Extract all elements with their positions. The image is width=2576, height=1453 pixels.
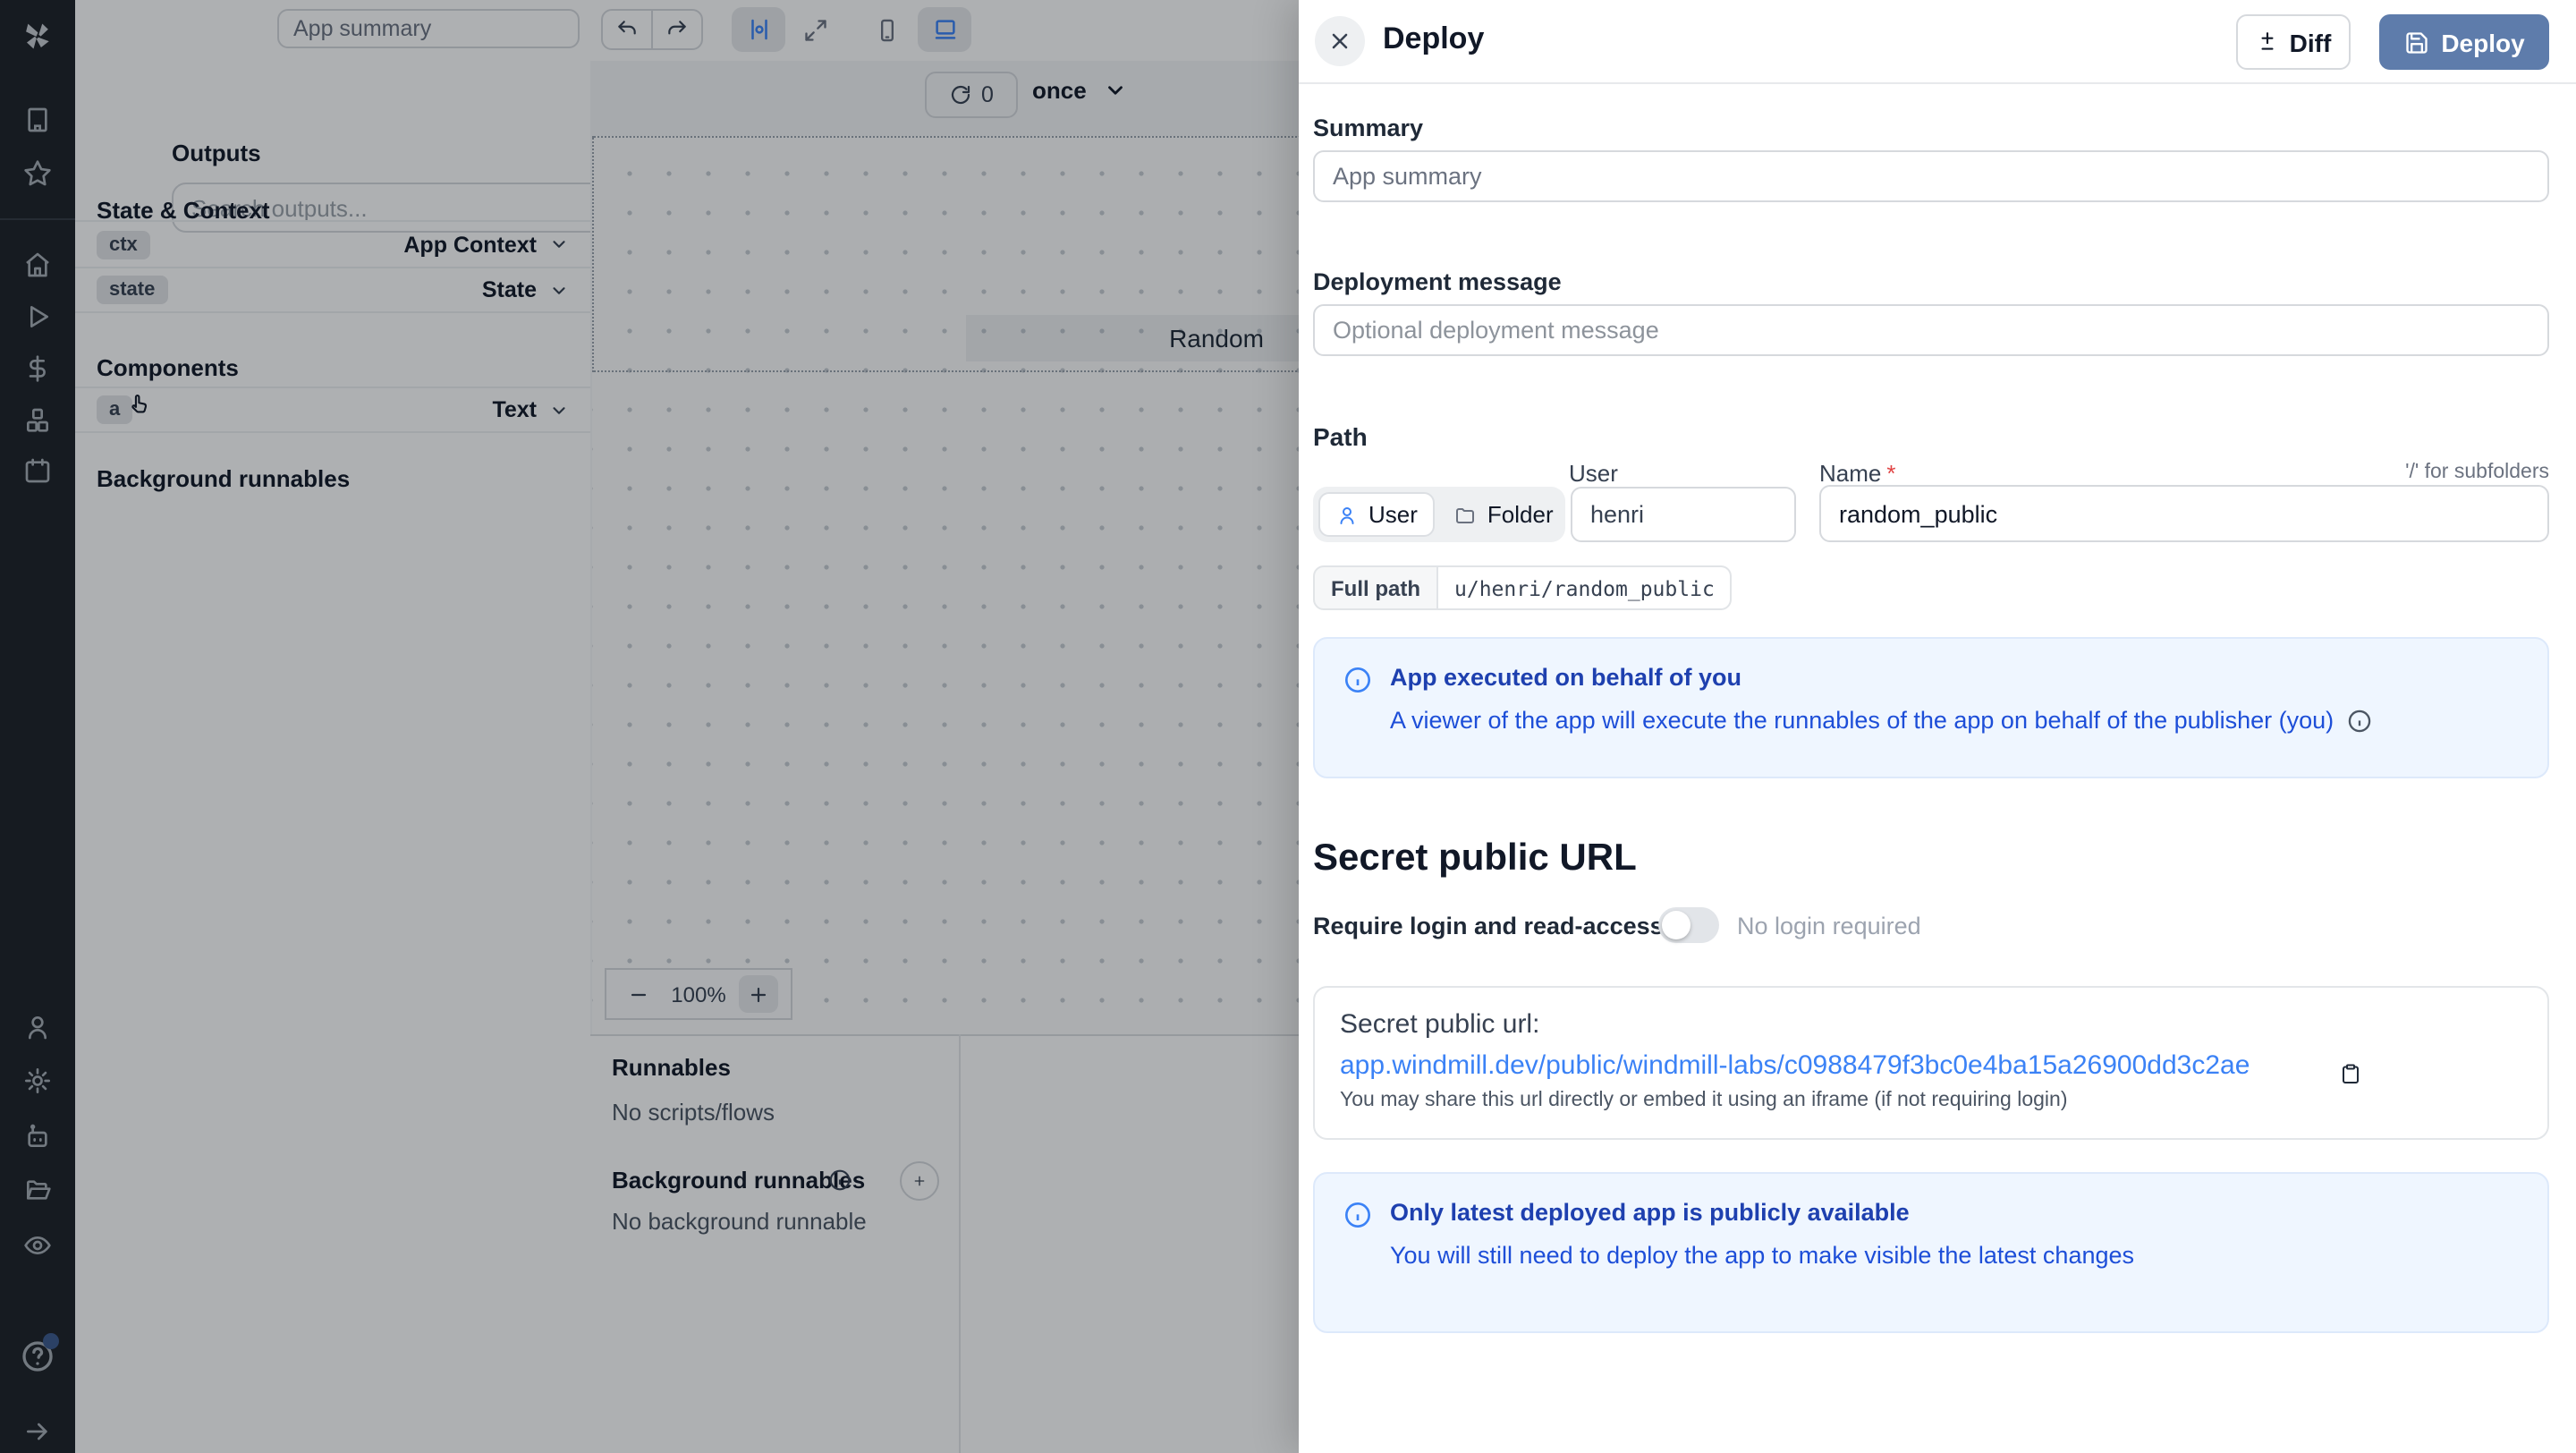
secret-public-url-title: Secret public URL (1313, 837, 1637, 880)
path-label: Path (1313, 422, 1368, 451)
user-tab-label: User (1368, 501, 1418, 528)
require-login-toggle[interactable] (1658, 907, 1719, 943)
secret-url-label: Secret public url: (1340, 1009, 2522, 1040)
name-column-label: Name* (1819, 460, 1896, 487)
owner-kind-folder-tab[interactable]: Folder (1439, 492, 1570, 537)
close-drawer-button[interactable] (1315, 16, 1365, 66)
toggle-knob (1662, 911, 1690, 939)
owner-field[interactable] (1571, 487, 1796, 542)
folder-tab-label: Folder (1487, 501, 1554, 528)
info-title: App executed on behalf of you (1390, 664, 2371, 691)
require-login-state-text: No login required (1737, 913, 1921, 939)
viewport: Outputs State & Context ctx App Context … (0, 0, 2576, 1453)
latest-deploy-info-box: Only latest deployed app is publicly ava… (1313, 1172, 2549, 1333)
full-path-value: u/henri/random_public (1438, 565, 1733, 610)
full-path-label: Full path (1313, 565, 1438, 610)
secret-url-box: Secret public url: app.windmill.dev/publ… (1313, 986, 2549, 1140)
owner-kind-toggle: User Folder (1313, 487, 1565, 542)
summary-label: Summary (1313, 115, 1423, 141)
info-icon (1343, 666, 1372, 694)
plus-minus-icon (2256, 30, 2279, 54)
deploy-button[interactable]: Deploy (2379, 14, 2549, 70)
diff-button-label: Diff (2290, 28, 2332, 56)
info-body-text: A viewer of the app will execute the run… (1390, 707, 2334, 734)
deploy-drawer: Deploy Diff Deploy Summary Deployment me… (1299, 0, 2576, 1453)
info-icon-secondary[interactable] (2346, 708, 2371, 733)
deploy-button-label: Deploy (2441, 28, 2524, 56)
require-login-label: Require login and read-access (1313, 913, 1664, 939)
info-icon (1343, 1201, 1372, 1229)
drawer-header: Deploy Diff Deploy (1299, 0, 2576, 84)
deployment-message-label: Deployment message (1313, 268, 1562, 295)
save-icon (2403, 30, 2428, 55)
summary-field[interactable] (1313, 150, 2549, 202)
deployment-message-field[interactable] (1313, 304, 2549, 356)
user-column-label: User (1569, 460, 1618, 487)
info-body-text: You will still need to deploy the app to… (1390, 1242, 2134, 1269)
name-field[interactable] (1819, 485, 2549, 542)
user-icon (1336, 504, 1358, 525)
secret-url-link[interactable]: app.windmill.dev/public/windmill-labs/c0… (1340, 1050, 2250, 1081)
diff-button[interactable]: Diff (2236, 14, 2351, 70)
folder-icon (1455, 504, 1477, 525)
executed-on-behalf-info-box: App executed on behalf of you A viewer o… (1313, 637, 2549, 778)
copy-url-button[interactable] (2329, 1052, 2372, 1095)
required-asterisk: * (1886, 460, 1895, 487)
owner-kind-user-tab[interactable]: User (1318, 492, 1436, 537)
info-title: Only latest deployed app is publicly ava… (1390, 1199, 2134, 1226)
full-path: Full path u/henri/random_public (1313, 565, 1733, 610)
subfolder-hint: '/' for subfolders (2405, 462, 2549, 483)
windmill-app-editor: Outputs State & Context ctx App Context … (0, 0, 2576, 1453)
drawer-title: Deploy (1383, 21, 1484, 57)
